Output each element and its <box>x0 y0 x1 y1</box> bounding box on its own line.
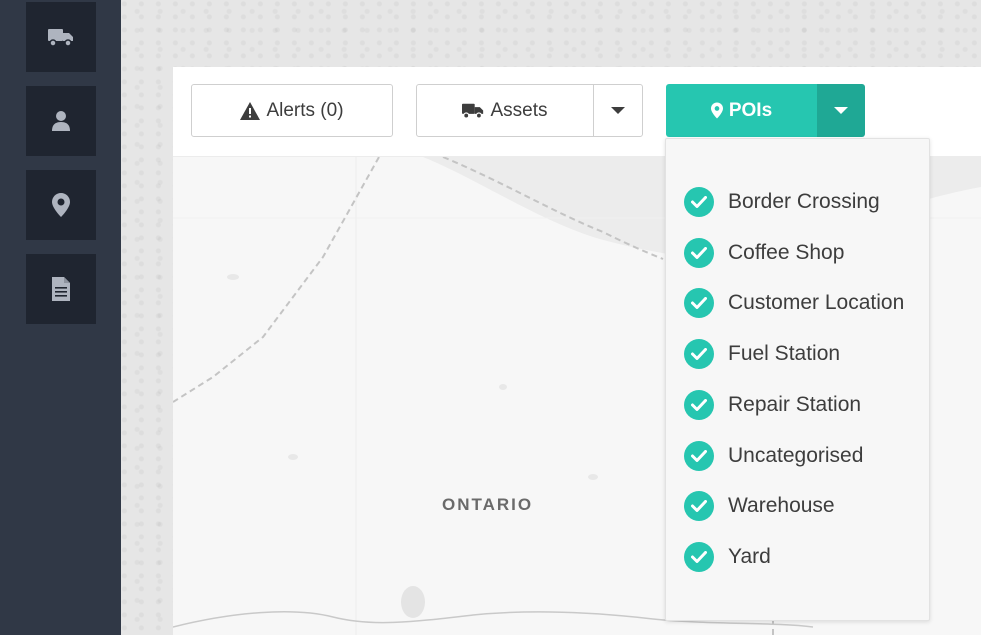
pois-dropdown-toggle[interactable] <box>817 84 865 137</box>
warning-icon <box>240 101 261 120</box>
poi-item-repair-station[interactable]: Repair Station <box>684 388 861 422</box>
pois-button[interactable]: POIs <box>666 84 817 137</box>
map-marker-icon <box>52 193 70 217</box>
assets-button[interactable]: Assets <box>416 84 594 137</box>
poi-item-customer-location[interactable]: Customer Location <box>684 286 904 320</box>
poi-item-label: Repair Station <box>728 393 862 416</box>
map-marker-icon <box>710 102 723 119</box>
alerts-label: Alerts (0) <box>266 99 344 121</box>
sidebar-item-reports[interactable] <box>26 254 96 324</box>
check-circle-icon <box>684 390 714 420</box>
poi-item-label: Fuel Station <box>728 342 841 365</box>
assets-dropdown-toggle[interactable] <box>593 84 643 137</box>
check-circle-icon <box>684 339 714 369</box>
poi-item-uncategorised[interactable]: Uncategorised <box>684 439 863 473</box>
sidebar-item-locations[interactable] <box>26 170 96 240</box>
poi-item-label: Warehouse <box>728 494 835 517</box>
user-icon <box>52 111 70 131</box>
check-circle-icon <box>684 288 714 318</box>
check-circle-icon <box>684 491 714 521</box>
sidebar-item-users[interactable] <box>26 86 96 156</box>
pois-label: POIs <box>728 99 773 121</box>
truck-icon <box>48 29 73 47</box>
check-circle-icon <box>684 441 714 471</box>
chevron-down-icon <box>611 107 625 114</box>
poi-item-label: Coffee Shop <box>728 241 845 264</box>
assets-label: Assets <box>490 99 548 121</box>
poi-item-yard[interactable]: Yard <box>684 540 771 574</box>
check-circle-icon <box>684 187 714 217</box>
poi-item-label: Border Crossing <box>728 190 880 213</box>
poi-item-label: Yard <box>728 545 771 568</box>
poi-item-warehouse[interactable]: Warehouse <box>684 489 835 523</box>
poi-item-border-crossing[interactable]: Border Crossing <box>684 185 880 219</box>
poi-item-label: Customer Location <box>728 291 905 314</box>
document-icon <box>52 277 70 301</box>
poi-item-coffee-shop[interactable]: Coffee Shop <box>684 236 844 270</box>
poi-item-fuel-station[interactable]: Fuel Station <box>684 337 840 371</box>
sidebar <box>0 0 121 635</box>
chevron-down-icon <box>834 107 848 114</box>
truck-icon <box>462 102 484 119</box>
alerts-button[interactable]: Alerts (0) <box>191 84 393 137</box>
check-circle-icon <box>684 238 714 268</box>
check-circle-icon <box>684 542 714 572</box>
sidebar-item-assets[interactable] <box>26 2 96 72</box>
poi-item-label: Uncategorised <box>728 444 864 467</box>
poi-dropdown-menu: Border Crossing Coffee Shop Customer Loc… <box>665 138 930 621</box>
map-region-label: ONTARIO <box>442 495 534 514</box>
